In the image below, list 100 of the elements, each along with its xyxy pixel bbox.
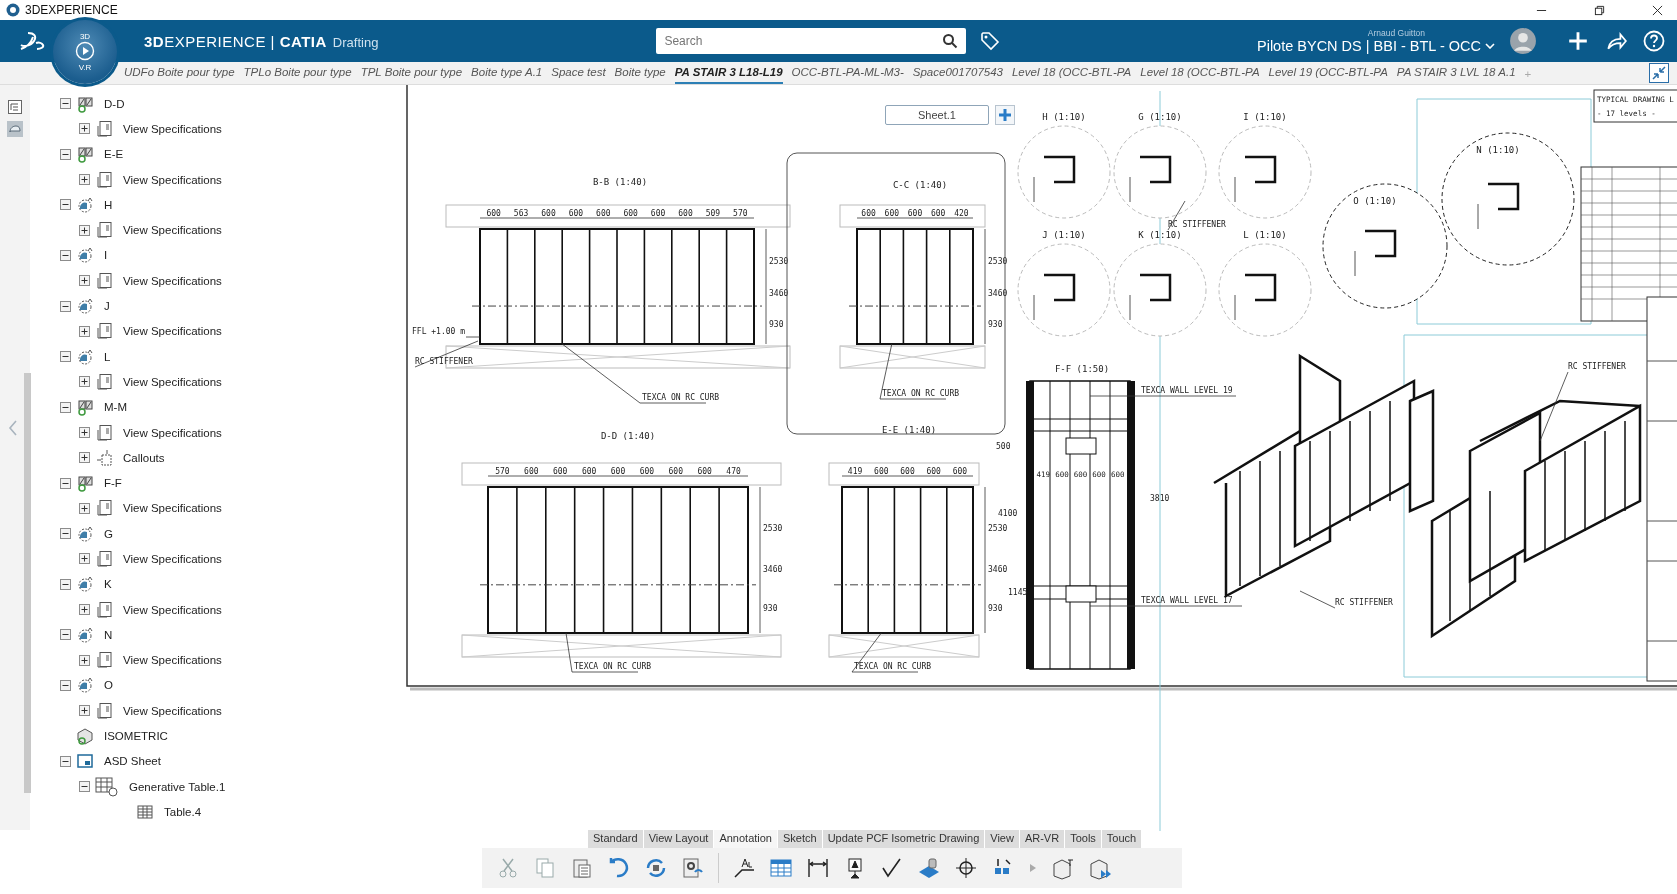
expand-toggle-icon[interactable] (60, 401, 71, 413)
avatar-icon[interactable] (1509, 27, 1537, 55)
chevron-down-icon[interactable] (1485, 43, 1495, 49)
tree-item[interactable]: View Specifications (123, 122, 222, 135)
tree-item[interactable]: I (104, 249, 108, 262)
document-tab[interactable]: PA STAIR 3 LVL 18 A.1 (1396, 66, 1516, 84)
document-tab[interactable]: PA STAIR 3 L18-L19 (674, 66, 783, 84)
tree-item[interactable]: View Specifications (123, 704, 222, 717)
expand-toggle-icon[interactable] (79, 174, 90, 186)
toolbar-tab[interactable]: Annotation (714, 830, 777, 848)
table-icon[interactable] (769, 856, 793, 880)
expand-toggle-icon[interactable] (60, 629, 71, 641)
document-tab[interactable]: Level 18 (OCC-BTL-PA (1011, 66, 1132, 84)
tree-item[interactable]: Callouts (123, 451, 165, 464)
document-tab[interactable]: Level 18 (OCC-BTL-PA (1140, 66, 1260, 84)
compass-widget[interactable]: 3D V.R (53, 20, 117, 84)
expand-toggle-icon[interactable] (79, 123, 90, 135)
expand-toggle-icon[interactable] (79, 502, 90, 514)
tree-item[interactable]: View Specifications (123, 426, 222, 439)
part-view-icon[interactable] (1051, 856, 1075, 880)
sheet-tab[interactable]: Sheet.1 (885, 105, 989, 125)
document-tab[interactable]: OCC-BTL-PA-ML-M3- (791, 66, 904, 84)
paste-icon[interactable] (570, 856, 594, 880)
text-annotation-icon[interactable] (732, 856, 756, 880)
expand-toggle-icon[interactable] (79, 275, 90, 287)
add-sheet-icon[interactable] (995, 105, 1015, 125)
expand-toggle-icon[interactable] (60, 300, 71, 312)
help-icon[interactable] (1643, 30, 1665, 52)
document-tab[interactable]: Space001707543 (912, 66, 1003, 84)
tree-item[interactable]: E-E (104, 148, 124, 161)
expand-toggle-icon[interactable] (79, 224, 90, 236)
undo-icon[interactable] (607, 856, 631, 880)
expand-toggle-icon[interactable] (79, 553, 90, 565)
expand-toggle-icon[interactable] (60, 528, 71, 540)
search-field[interactable]: Search (656, 28, 967, 54)
search-icon[interactable] (942, 33, 959, 49)
document-tab[interactable]: Boite type (614, 66, 666, 84)
expand-toggle-icon[interactable] (79, 427, 90, 438)
restore-icon[interactable] (1594, 4, 1605, 16)
expand-toggle-icon[interactable] (79, 452, 90, 464)
model-view-icon[interactable] (7, 121, 23, 137)
expand-toggle-icon[interactable] (60, 578, 71, 590)
document-tab[interactable]: TPL Boite pour type (360, 66, 463, 84)
tree-item[interactable]: View Specifications (123, 502, 222, 515)
toolbar-tab[interactable]: Touch (1101, 830, 1142, 848)
toolbar-tab[interactable]: View (985, 830, 1019, 848)
tree-item[interactable]: ASD Sheet (104, 755, 161, 768)
tree-item[interactable]: Generative Table.1 (129, 780, 226, 793)
expand-toggle-icon[interactable] (60, 98, 71, 110)
tree-item[interactable]: O (104, 679, 113, 692)
collaborative-space-name[interactable]: Pilote BYCN DS | BBI - BTL - OCC (1257, 38, 1481, 54)
expand-toggle-icon[interactable] (79, 705, 90, 717)
toolbar-tab[interactable]: View Layout (643, 830, 714, 848)
expand-toggle-icon[interactable] (79, 325, 90, 337)
expand-toggle-icon[interactable] (79, 604, 90, 616)
expand-toggle-icon[interactable] (60, 199, 71, 211)
toolbar-tab[interactable]: Update PCF Isometric Drawing (822, 830, 985, 848)
tree-item[interactable]: H (104, 198, 113, 211)
document-tab[interactable]: UDFo Boite pour type (124, 66, 235, 84)
tree-item[interactable]: D-D (104, 97, 125, 110)
tree-item[interactable]: Table.4 (164, 805, 202, 818)
expand-toggle-icon[interactable] (60, 148, 71, 160)
plus-icon[interactable] (1567, 30, 1589, 52)
expand-toggle-icon[interactable] (79, 376, 90, 388)
expand-toggle-icon[interactable] (79, 654, 90, 666)
roughness-symbol-icon[interactable] (880, 856, 904, 880)
collapse-icon[interactable] (1649, 63, 1669, 83)
toolbar-tab[interactable]: Tools (1065, 830, 1101, 848)
tree-item[interactable]: J (104, 300, 110, 312)
document-tab[interactable]: TPLo Boite pour type (243, 66, 352, 84)
close-icon[interactable] (1652, 4, 1663, 16)
tree-item[interactable]: L (104, 350, 111, 363)
tree-item[interactable]: ISOMETRIC (104, 730, 168, 743)
share-icon[interactable] (1605, 30, 1627, 52)
document-tab[interactable]: Level 19 (OCC-BTL-PA (1268, 66, 1388, 84)
center-mark-icon[interactable] (954, 856, 978, 880)
tree-item[interactable]: G (104, 527, 113, 540)
tree-item[interactable]: View Specifications (123, 325, 222, 338)
tree-item[interactable]: View Specifications (123, 553, 222, 565)
update-icon[interactable] (644, 856, 668, 880)
scrollbar[interactable] (23, 373, 31, 793)
tree-item[interactable]: N (104, 628, 113, 641)
tree-item[interactable]: View Specifications (123, 375, 222, 388)
tree-item[interactable]: K (104, 578, 112, 591)
expand-toggle-icon[interactable] (60, 249, 71, 261)
expand-toggle-icon[interactable] (60, 679, 71, 691)
tree-item[interactable]: F-F (104, 477, 122, 490)
expand-toggle-icon[interactable] (60, 351, 71, 363)
expand-toggle-icon[interactable] (60, 477, 71, 489)
toolbar-tab[interactable]: AR-VR (1019, 830, 1065, 848)
tree-item[interactable]: View Specifications (123, 224, 222, 237)
tree-view-icon[interactable] (7, 99, 23, 115)
tree-item[interactable]: View Specifications (123, 274, 222, 287)
dimension-icon[interactable] (806, 856, 830, 880)
tree-item[interactable]: M-M (104, 401, 127, 414)
tree-item[interactable]: View Specifications (123, 603, 222, 616)
toolbar-tab[interactable]: Sketch (778, 830, 822, 848)
tree-item[interactable]: View Specifications (123, 173, 222, 186)
tag-icon[interactable] (980, 31, 1001, 51)
toolbar-tab[interactable]: Standard (588, 830, 643, 848)
